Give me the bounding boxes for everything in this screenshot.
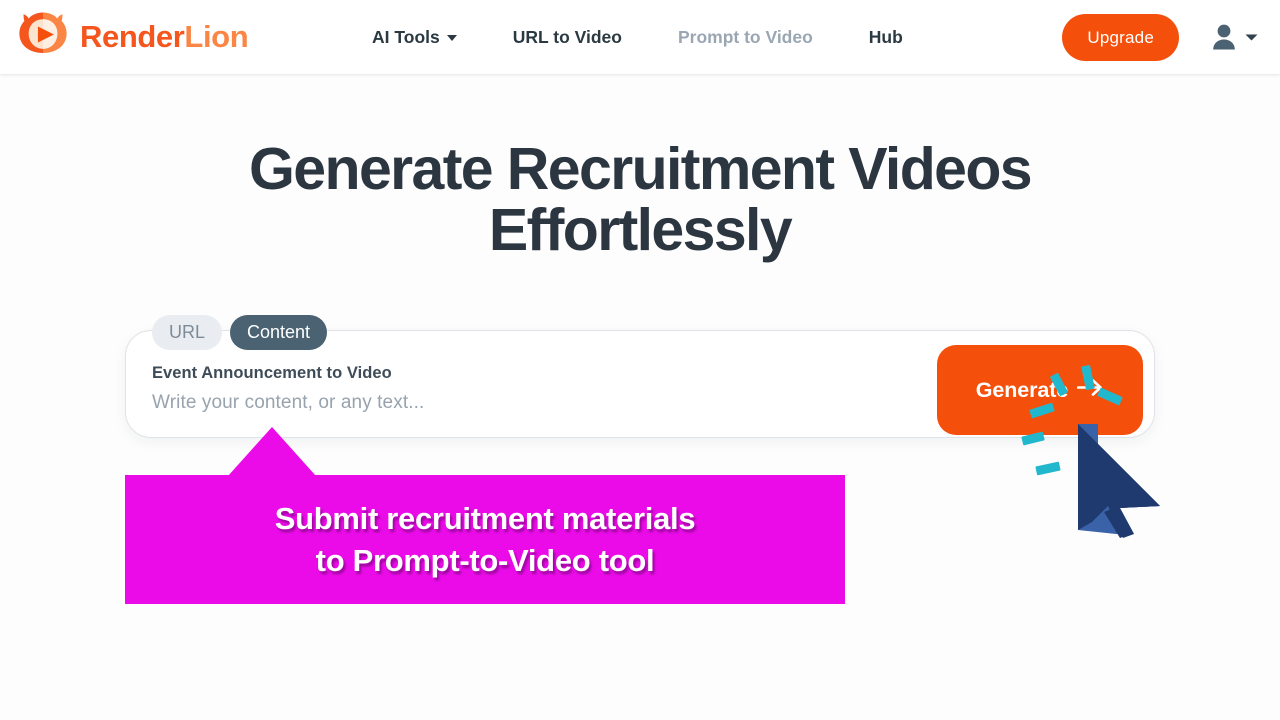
brand-name-secondary: Lion: [184, 19, 249, 54]
tab-label: URL: [169, 322, 206, 342]
nav-item-label: AI Tools: [372, 26, 440, 47]
nav-item-label: Hub: [868, 26, 903, 47]
brand-logo-text: RenderLion: [80, 19, 249, 55]
page-title: Generate Recruitment Videos Effortlessly: [0, 139, 1280, 261]
nav-item-ai-tools[interactable]: AI Tools: [372, 27, 457, 48]
nav-item-label: URL to Video: [512, 26, 622, 47]
upgrade-button[interactable]: Upgrade: [1062, 14, 1179, 61]
callout-line-1: Submit recruitment materials: [274, 501, 696, 537]
tab-url[interactable]: URL: [152, 315, 223, 350]
callout-line-2: to Prompt-to-Video tool: [315, 542, 655, 578]
nav-item-hub[interactable]: Hub: [869, 27, 903, 48]
nav-item-prompt-to-video[interactable]: Prompt to Video: [678, 27, 813, 48]
brand-logo[interactable]: RenderLion: [16, 9, 249, 65]
user-avatar-icon: [1208, 20, 1242, 54]
callout-text: Submit recruitment materials to Prompt-t…: [255, 498, 716, 580]
site-header: RenderLion AI Tools URL to Video Prompt …: [0, 0, 1280, 74]
nav-item-label: Prompt to Video: [677, 26, 813, 47]
account-menu[interactable]: [1208, 20, 1258, 54]
tab-content[interactable]: Content: [230, 315, 328, 350]
page-root: RenderLion AI Tools URL to Video Prompt …: [0, 0, 1280, 720]
content-input[interactable]: [152, 392, 912, 414]
callout-box: Submit recruitment materials to Prompt-t…: [125, 475, 845, 604]
generate-button-label: Generate: [975, 377, 1069, 402]
chevron-down-icon: [446, 35, 457, 41]
chevron-down-icon: [1245, 33, 1258, 42]
headline-line-1: Generate Recruitment Videos: [249, 136, 1033, 202]
lion-play-logo-icon: [16, 10, 70, 64]
brand-name-primary: Render: [80, 19, 185, 54]
arrow-right-icon: [1076, 378, 1104, 403]
headline-line-2: Effortlessly: [488, 196, 793, 263]
callout-pointer: [228, 427, 316, 476]
tab-label: Content: [247, 322, 311, 342]
nav-item-url-to-video[interactable]: URL to Video: [513, 27, 622, 48]
input-mode-tabs: URL Content: [152, 315, 328, 350]
generate-button[interactable]: Generate: [937, 345, 1143, 435]
field-label: Event Announcement to Video: [152, 364, 392, 382]
main-navigation: AI Tools URL to Video Prompt to Video Hu…: [372, 0, 903, 74]
